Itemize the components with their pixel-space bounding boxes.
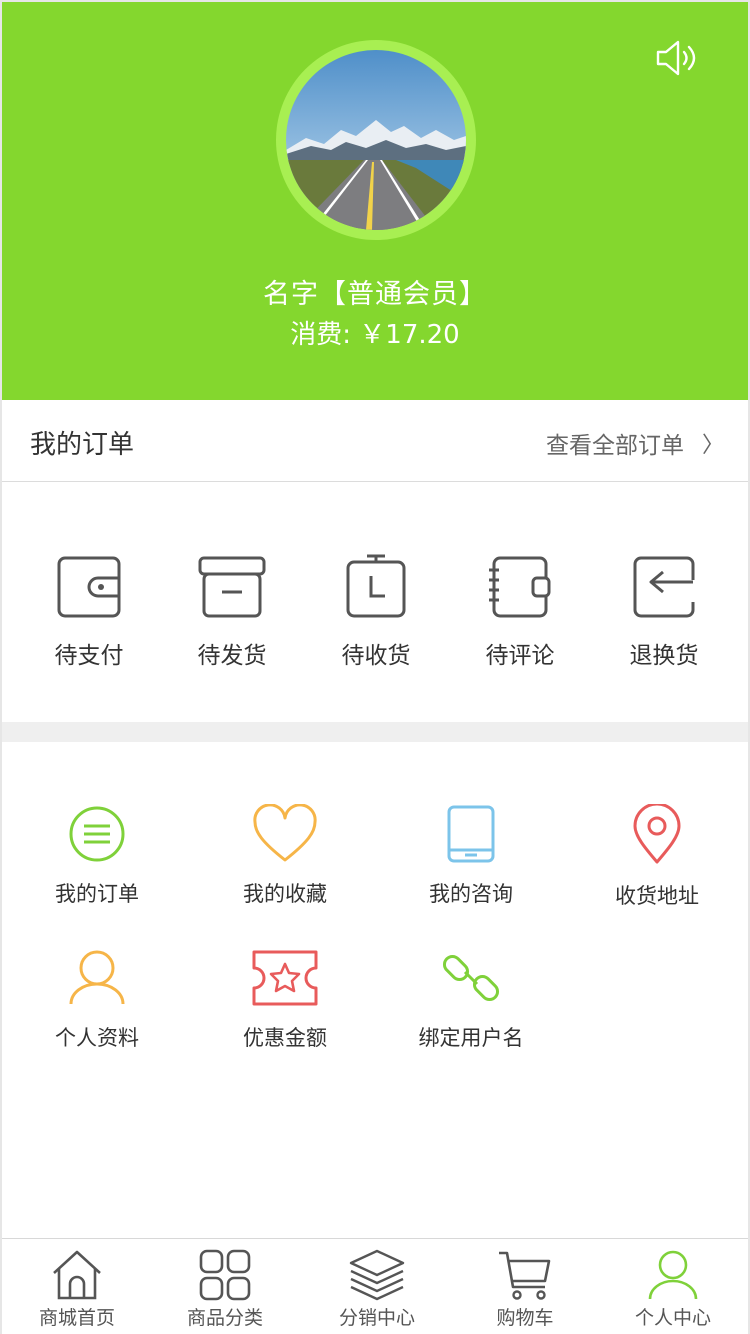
status-label: 待收货	[341, 643, 411, 669]
nav-profile[interactable]: 个人中心	[598, 1249, 748, 1330]
feature-label: 优惠金额	[243, 1026, 327, 1050]
status-return-exchange[interactable]: 退换货	[592, 552, 736, 670]
order-status-row: 待支付 待发货 待收货 待评论 退换货	[2, 482, 748, 722]
feature-shipping-address[interactable]: 收货地址	[564, 804, 750, 910]
user-name: 名字【普通会员】	[263, 279, 487, 310]
heart-icon	[253, 804, 317, 862]
orders-title: 我的订单	[30, 430, 135, 460]
feature-label: 我的收藏	[243, 882, 327, 906]
feature-my-orders[interactable]: 我的订单	[4, 804, 190, 908]
status-label: 待支付	[54, 643, 124, 669]
tablet-icon	[447, 805, 495, 863]
view-all-orders-label: 查看全部订单	[545, 433, 684, 459]
user-icon	[69, 950, 125, 1005]
cart-icon	[499, 1251, 551, 1300]
avatar-ring	[276, 40, 476, 240]
bottom-navigation: 商城首页 商品分类 分销中心 购物车 个人中心	[2, 1238, 748, 1334]
nav-label: 分销中心	[338, 1307, 415, 1329]
feature-favorites[interactable]: 我的收藏	[192, 804, 378, 908]
feature-profile-info[interactable]: 个人资料	[4, 948, 190, 1052]
home-icon	[53, 1250, 101, 1300]
avatar[interactable]	[286, 50, 466, 230]
status-pending-review[interactable]: 待评论	[448, 552, 592, 670]
status-pending-payment[interactable]: 待支付	[17, 552, 161, 670]
status-pending-receipt[interactable]: 待收货	[304, 552, 448, 670]
wallet-icon	[57, 556, 121, 618]
profile-page: 名字【普通会员】 消费: ￥17.20 我的订单 查看全部订单 〉 待支付 待发…	[0, 0, 750, 1334]
view-all-orders-link[interactable]: 查看全部订单 〉	[546, 426, 724, 460]
nav-distribution[interactable]: 分销中心	[302, 1249, 452, 1330]
return-icon	[633, 556, 695, 618]
speaker-icon[interactable]	[654, 38, 700, 78]
nav-label: 个人中心	[634, 1307, 711, 1329]
status-label: 待评论	[485, 643, 555, 669]
nav-label: 购物车	[496, 1307, 554, 1329]
feature-bind-username[interactable]: 绑定用户名	[378, 948, 564, 1052]
profile-icon	[648, 1250, 698, 1300]
nav-label: 商城首页	[38, 1307, 115, 1329]
feature-label: 个人资料	[55, 1026, 139, 1050]
my-orders-header: 我的订单 查看全部订单 〉	[2, 400, 748, 482]
profile-header: 名字【普通会员】 消费: ￥17.20	[2, 2, 748, 400]
feature-label: 收货地址	[615, 884, 699, 908]
nav-categories[interactable]: 商品分类	[150, 1249, 300, 1330]
nav-label: 商品分类	[186, 1307, 263, 1329]
nav-home[interactable]: 商城首页	[2, 1249, 152, 1330]
grid-icon	[199, 1249, 251, 1301]
location-pin-icon	[633, 804, 681, 864]
feature-label: 我的订单	[55, 882, 139, 906]
notebook-icon	[489, 556, 551, 618]
feature-consultation[interactable]: 我的咨询	[378, 804, 564, 908]
spend-amount: 消费: ￥17.20	[290, 320, 460, 350]
layers-icon	[349, 1249, 405, 1301]
clipboard-clock-icon	[346, 554, 406, 618]
link-icon	[442, 954, 500, 1002]
section-divider	[2, 722, 748, 742]
status-label: 待发货	[197, 643, 267, 669]
coupon-star-icon	[252, 950, 318, 1006]
status-pending-shipment[interactable]: 待发货	[160, 552, 304, 670]
feature-discount-amount[interactable]: 优惠金额	[192, 948, 378, 1052]
list-icon	[69, 806, 125, 862]
feature-label: 绑定用户名	[418, 1026, 524, 1050]
chevron-right-icon: 〉	[701, 433, 724, 458]
box-icon	[198, 556, 266, 618]
nav-cart[interactable]: 购物车	[450, 1249, 600, 1330]
status-label: 退换货	[629, 643, 699, 669]
feature-label: 我的咨询	[429, 882, 513, 906]
